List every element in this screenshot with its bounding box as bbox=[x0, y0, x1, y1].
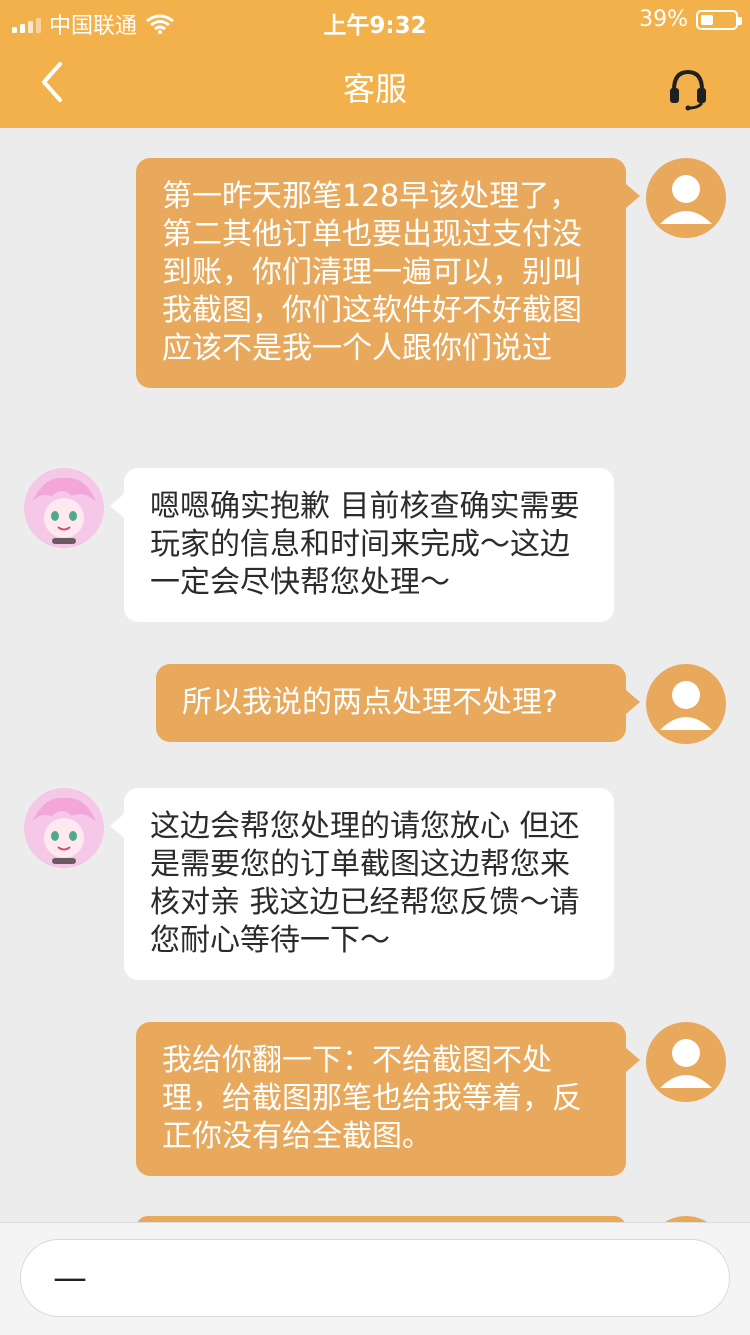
status-bar: 中国联通 上午9:32 39% bbox=[0, 0, 750, 40]
anime-avatar-icon bbox=[24, 468, 104, 548]
bubble-tail bbox=[110, 814, 124, 838]
agent-avatar[interactable] bbox=[24, 788, 104, 868]
message-input[interactable]: — bbox=[20, 1239, 730, 1317]
headset-icon[interactable] bbox=[664, 64, 712, 112]
status-time: 上午9:32 bbox=[323, 13, 427, 39]
user-avatar[interactable] bbox=[646, 158, 726, 238]
bubble-tail bbox=[110, 494, 124, 518]
incoming-message: 这边会帮您处理的请您放心 但还是需要您的订单截图这边帮您来核对亲 我这边已经帮您… bbox=[124, 788, 614, 980]
bubble-tail bbox=[626, 184, 640, 208]
top-bar: 中国联通 上午9:32 39% 客服 bbox=[0, 0, 750, 128]
user-avatar[interactable] bbox=[646, 1022, 726, 1102]
composer-bar: — bbox=[0, 1222, 750, 1335]
outgoing-message: 所以我说的两点处理不处理? bbox=[156, 664, 626, 742]
message-text: 我给你翻一下：不给截图不处理，给截图那笔也给我等着，反正你没有给全截图。 bbox=[162, 1043, 582, 1154]
message-text: 这边会帮您处理的请您放心 但还是需要您的订单截图这边帮您来核对亲 我这边已经帮您… bbox=[150, 809, 580, 958]
battery-group: 39% bbox=[639, 7, 742, 32]
message-text: 所以我说的两点处理不处理? bbox=[182, 685, 558, 720]
navigation-bar: 客服 bbox=[0, 40, 750, 128]
bubble-tail bbox=[626, 690, 640, 714]
chat-area[interactable]: 第一昨天那笔128早该处理了，第二其他订单也要出现过支付没到账，你们清理一遍可以… bbox=[0, 128, 750, 1222]
page-title: 客服 bbox=[342, 70, 407, 108]
user-avatar-icon bbox=[660, 681, 712, 730]
battery-icon bbox=[696, 9, 742, 30]
incoming-message: 嗯嗯确实抱歉 目前核查确实需要玩家的信息和时间来完成～这边一定会尽快帮您处理～ bbox=[124, 468, 614, 622]
user-avatar-icon bbox=[660, 175, 712, 224]
message-text: 第一昨天那笔128早该处理了，第二其他订单也要出现过支付没到账，你们清理一遍可以… bbox=[162, 179, 582, 366]
user-avatar-icon bbox=[660, 1039, 712, 1088]
outgoing-message: 我给你翻一下：不给截图不处理，给截图那笔也给我等着，反正你没有给全截图。 bbox=[136, 1022, 626, 1176]
user-avatar[interactable] bbox=[646, 664, 726, 744]
outgoing-message: 第一昨天那笔128早该处理了，第二其他订单也要出现过支付没到账，你们清理一遍可以… bbox=[136, 158, 626, 388]
battery-percent: 39% bbox=[639, 7, 688, 32]
bubble-tail bbox=[626, 1048, 640, 1072]
message-text: 嗯嗯确实抱歉 目前核查确实需要玩家的信息和时间来完成～这边一定会尽快帮您处理～ bbox=[150, 489, 580, 600]
agent-avatar[interactable] bbox=[24, 468, 104, 548]
anime-avatar-icon bbox=[24, 788, 104, 868]
